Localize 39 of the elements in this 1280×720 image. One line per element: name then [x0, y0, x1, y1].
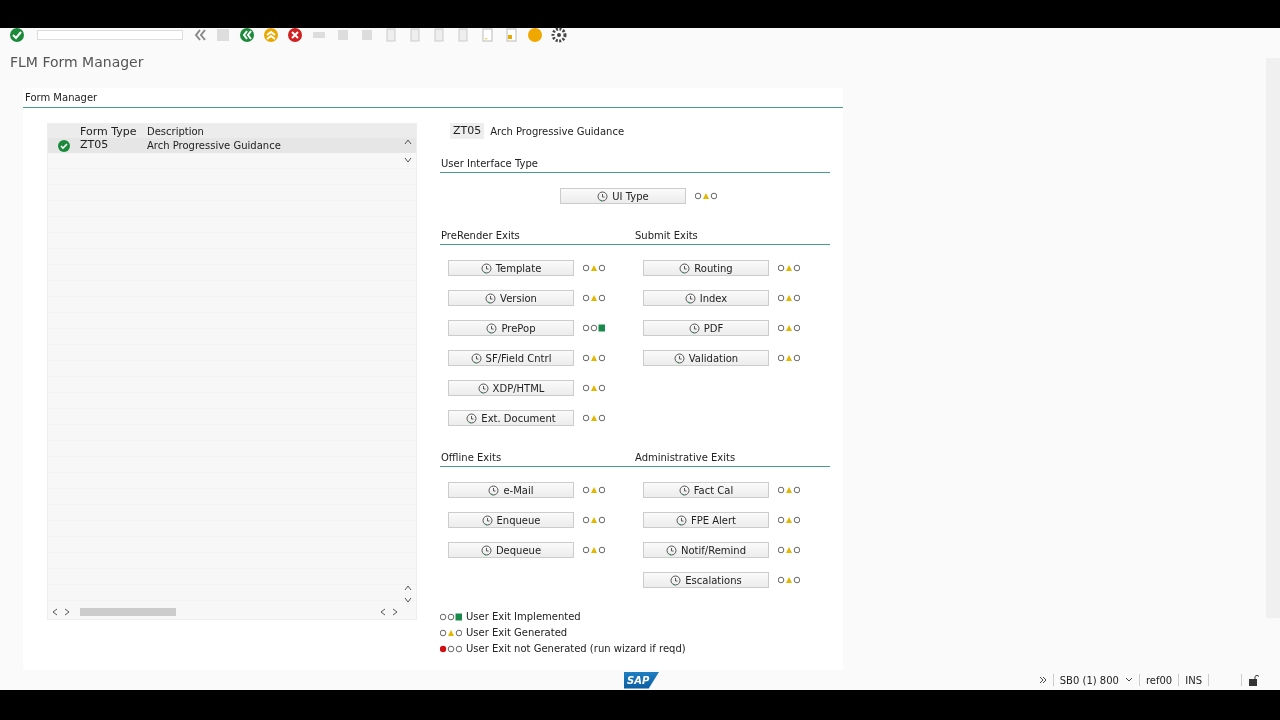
- status-item: ref00: [1145, 673, 1173, 688]
- column-header[interactable]: Description: [147, 124, 398, 138]
- exit-button[interactable]: Index: [643, 290, 769, 306]
- column-header[interactable]: Form Type: [80, 124, 147, 138]
- status-item: INS: [1185, 673, 1202, 688]
- table-row[interactable]: ZT05 Arch Progressive Guidance: [48, 138, 416, 153]
- exit-button[interactable]: Notif/Remind: [643, 542, 769, 558]
- exit-button[interactable]: PrePop: [448, 320, 574, 336]
- exit-button[interactable]: UI Type: [560, 188, 686, 204]
- exit-button[interactable]: Dequeue: [448, 542, 574, 558]
- window-title: FLM Form Manager: [9, 53, 145, 72]
- exit-button[interactable]: Template: [448, 260, 574, 276]
- section-title: Submit Exits: [635, 229, 699, 243]
- exit-button[interactable]: e-Mail: [448, 482, 574, 498]
- exit-button[interactable]: Routing: [643, 260, 769, 276]
- group-title: Form Manager: [23, 88, 843, 108]
- exit-button[interactable]: XDP/HTML: [448, 380, 574, 396]
- form-code: ZT05: [450, 122, 485, 140]
- sap-logo: SAP: [624, 671, 660, 689]
- section-title: Offline Exits: [441, 451, 503, 465]
- section-title: PreRender Exits: [441, 229, 521, 243]
- legend-label: User Exit Generated: [466, 626, 568, 640]
- exit-button[interactable]: Version: [448, 290, 574, 306]
- legend-label: User Exit Implemented: [466, 610, 581, 624]
- exit-button[interactable]: Ext. Document: [448, 410, 574, 426]
- form-description: Arch Progressive Guidance: [490, 124, 625, 139]
- exit-button[interactable]: FPE Alert: [643, 512, 769, 528]
- exit-button[interactable]: PDF: [643, 320, 769, 336]
- status-item[interactable]: SB0 (1) 800: [1059, 672, 1119, 688]
- legend-label: User Exit not Generated (run wizard if reqd): [466, 642, 686, 656]
- exit-button[interactable]: Validation: [643, 350, 769, 366]
- exit-button[interactable]: Enqueue: [448, 512, 574, 528]
- exit-button[interactable]: Escalations: [643, 572, 769, 588]
- table-cell-text: ZT05: [80, 137, 110, 154]
- exit-button[interactable]: Fact Cal: [643, 482, 769, 498]
- exit-button[interactable]: SF/Field Cntrl: [448, 350, 574, 366]
- section-title: Administrative Exits: [635, 451, 737, 465]
- table-cell-text: Arch Progressive Guidance: [147, 139, 282, 153]
- section-title: User Interface Type: [441, 157, 539, 171]
